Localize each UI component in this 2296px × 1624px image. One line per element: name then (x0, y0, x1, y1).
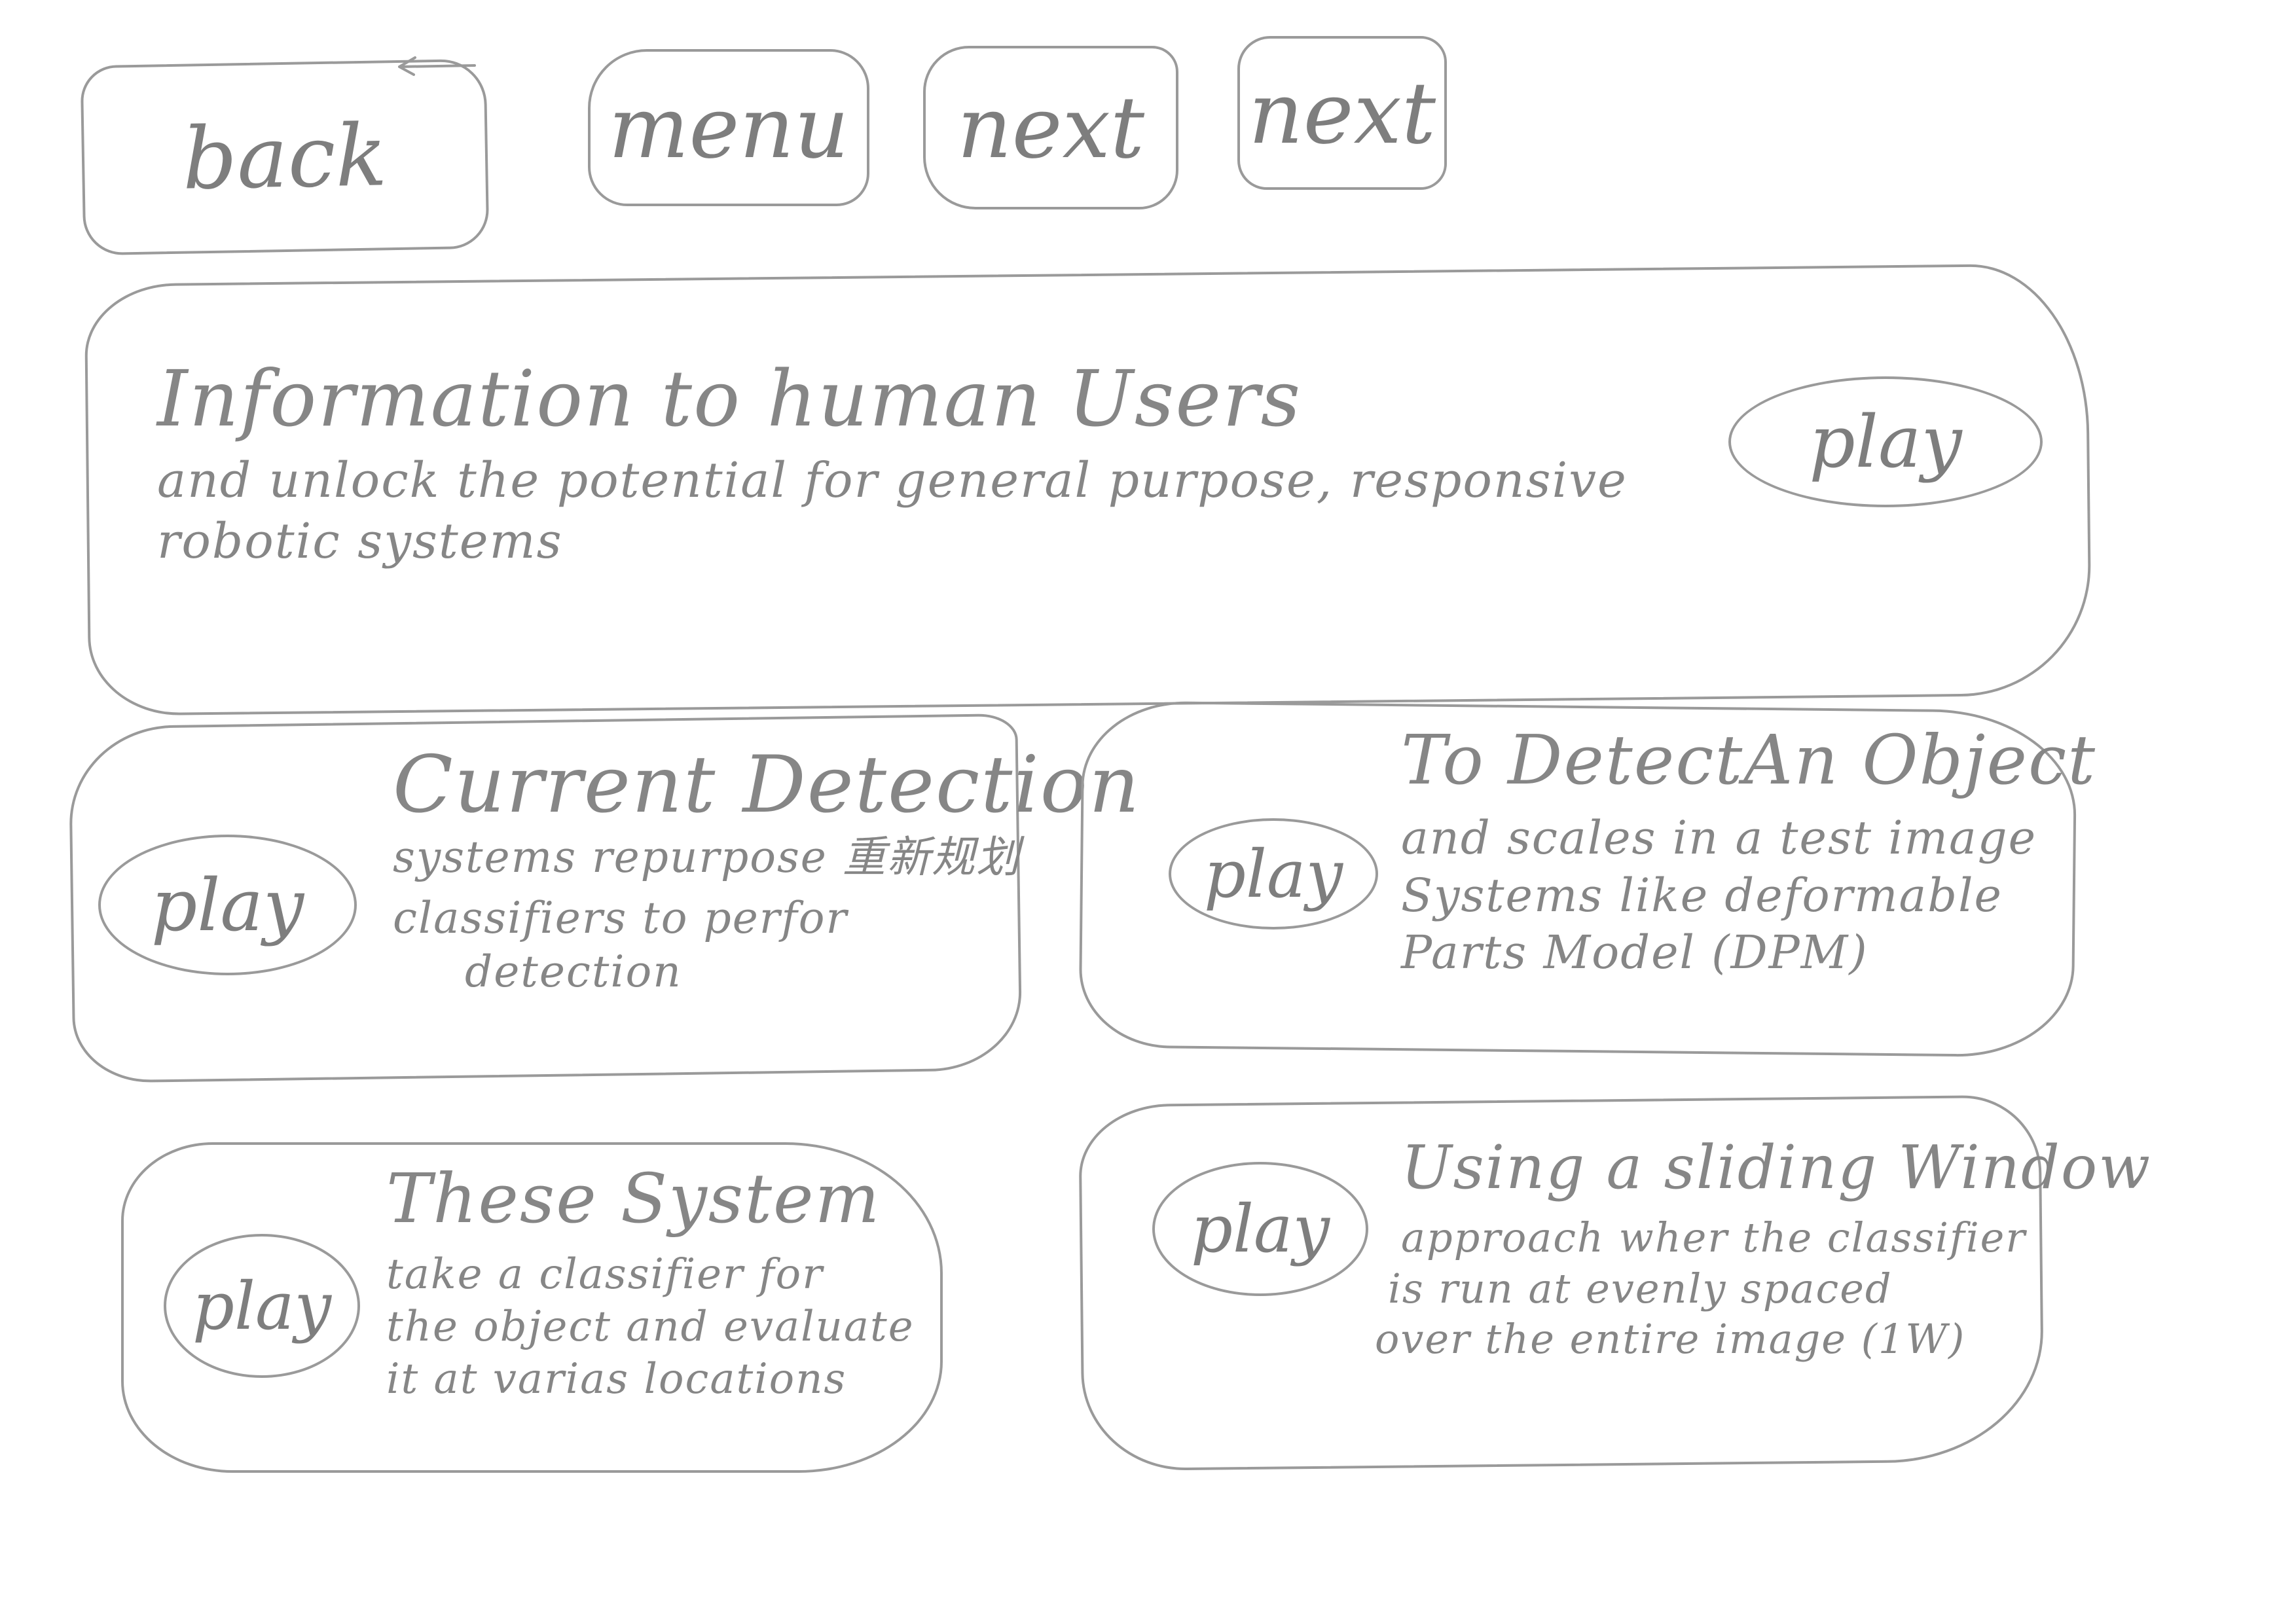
next-button-secondary-label: next (1248, 63, 1436, 163)
card-line: the object and evaluate (386, 1303, 915, 1351)
play-button[interactable]: play (1728, 376, 2043, 507)
card-line: approach wher the classifier (1401, 1214, 2026, 1261)
back-button-label: back (181, 105, 388, 209)
card-line: systems repurpose 重新规划 (393, 832, 1021, 882)
play-button[interactable]: play (1169, 818, 1378, 929)
card-current-detection-content: Current Detection systems repurpose 重新规划… (393, 740, 1140, 1000)
card-line: and scales in a test image (1401, 811, 2037, 865)
card-heading: These System (386, 1159, 881, 1238)
card-line: over the entire image (1W) (1375, 1315, 1966, 1363)
play-button-label: play (192, 1267, 332, 1344)
play-button[interactable]: play (1152, 1162, 1368, 1296)
play-button-label: play (1809, 400, 1962, 484)
card-line: Parts Model (DPM) (1401, 926, 1868, 979)
info-card-title: Information to human Users (157, 353, 1302, 444)
card-line: Systems like deformable (1401, 868, 2003, 922)
card-these-system-content: These System take a classifier for the o… (386, 1159, 915, 1405)
play-button[interactable]: play (164, 1234, 360, 1378)
info-card-line: and unlock the potential for general pur… (157, 452, 1628, 509)
card-heading: Current Detection (393, 740, 1141, 831)
play-button-label: play (1203, 835, 1343, 912)
card-line: detection (465, 947, 682, 997)
card-line: it at varias locations (386, 1355, 847, 1403)
card-line: take a classifier for (386, 1250, 824, 1299)
next-button[interactable]: next (923, 46, 1178, 209)
next-button-label: next (957, 78, 1145, 177)
play-button-label: play (151, 863, 304, 947)
card-detect-object-content: To DetectAn Object and scales in a test … (1401, 720, 2096, 982)
card-heading: Using a sliding Window (1401, 1132, 2152, 1202)
info-card-line: robotic systems (157, 513, 563, 569)
menu-button[interactable]: menu (588, 49, 869, 206)
back-arrow-icon (398, 56, 476, 76)
play-button-label: play (1190, 1191, 1330, 1267)
info-card-content: Information to human Users and unlock th… (157, 353, 1628, 571)
play-button[interactable]: play (98, 835, 357, 975)
next-button-secondary[interactable]: next (1237, 36, 1447, 190)
card-line: is run at evenly spaced (1388, 1264, 1893, 1312)
card-line: classifiers to perfor (393, 892, 848, 943)
card-heading: To DetectAn Object (1401, 720, 2097, 800)
back-button[interactable]: back (80, 58, 490, 256)
menu-button-label: menu (608, 78, 849, 177)
card-sliding-window-content: Using a sliding Window approach wher the… (1375, 1132, 2152, 1365)
